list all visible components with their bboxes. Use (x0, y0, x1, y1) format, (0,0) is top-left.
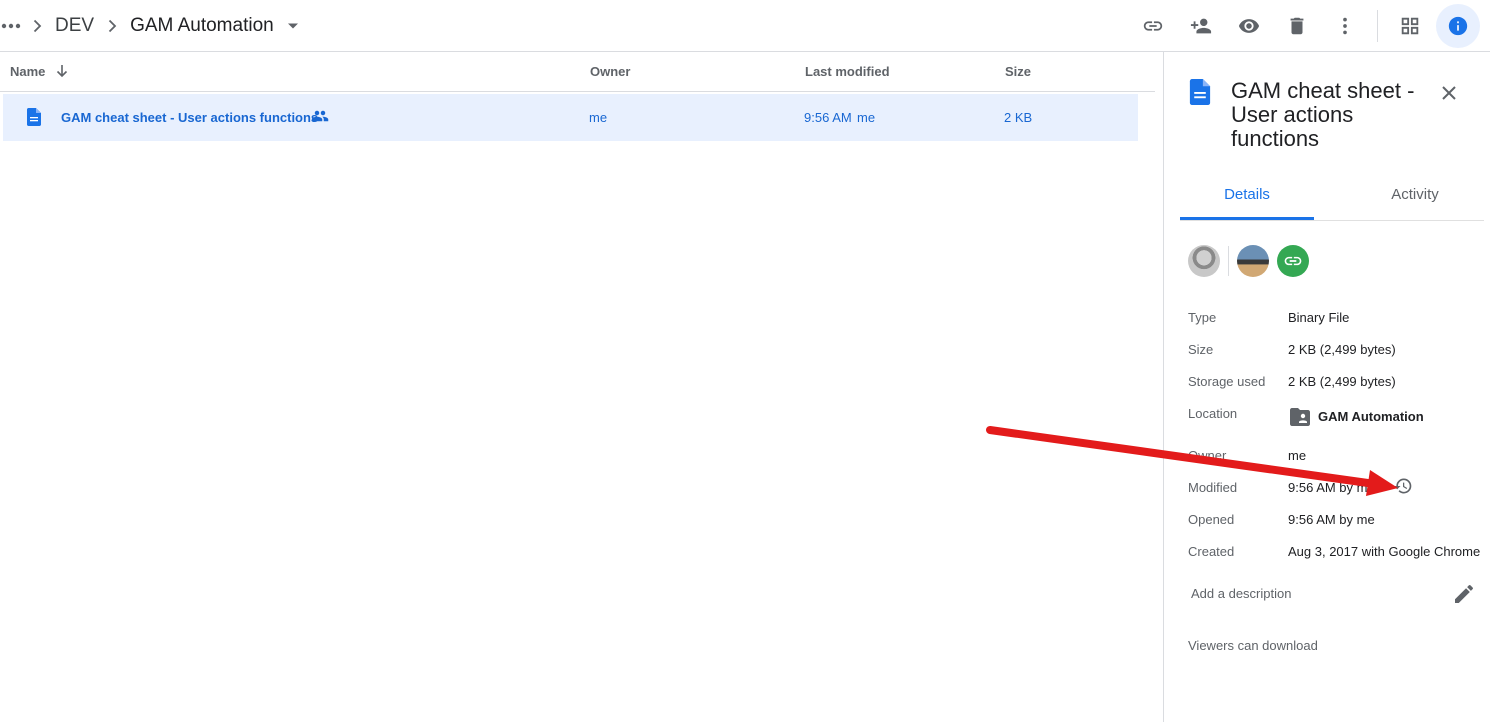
viewers-download-setting: Viewers can download (1188, 638, 1318, 653)
annotation-arrow (986, 426, 1398, 496)
top-bar: DEV GAM Automation (0, 0, 1490, 52)
tab-activity[interactable]: Activity (1350, 186, 1480, 203)
link-icon[interactable] (1131, 4, 1175, 48)
grid-view-icon[interactable] (1388, 4, 1432, 48)
toolbar-divider (1377, 10, 1378, 42)
column-header-name[interactable]: Name (10, 64, 45, 79)
access-avatars (1188, 244, 1309, 278)
prop-label-opened: Opened (1188, 512, 1235, 527)
shared-people-icon (311, 110, 329, 122)
chevron-right-icon (29, 18, 45, 34)
close-icon[interactable] (1434, 78, 1464, 108)
file-size: 2 KB (1004, 110, 1033, 125)
trash-icon[interactable] (1275, 4, 1319, 48)
prop-label-size: Size (1188, 342, 1214, 357)
add-person-icon[interactable] (1179, 4, 1223, 48)
edit-pencil-icon[interactable] (1452, 582, 1476, 606)
table-row[interactable]: GAM cheat sheet - User actions functions… (3, 94, 1138, 141)
document-icon (27, 108, 41, 126)
details-panel: GAM cheat sheet - User actions functions… (1163, 52, 1490, 722)
breadcrumb: DEV GAM Automation (0, 0, 304, 52)
file-owner: me (589, 110, 608, 125)
prop-label-storage: Storage used (1188, 374, 1266, 389)
prop-label-location: Location (1188, 406, 1238, 421)
prop-value-created: Aug 3, 2017 with Google Chrome (1288, 544, 1481, 559)
prop-value-opened: 9:56 AM by me (1288, 512, 1375, 527)
caret-down-icon[interactable] (282, 15, 304, 37)
breadcrumb-item-dev[interactable]: DEV (51, 15, 98, 37)
toolbar-actions (1127, 4, 1490, 48)
document-icon (1189, 79, 1211, 105)
more-vert-icon[interactable] (1323, 4, 1367, 48)
details-tabs: Details Activity (1180, 176, 1484, 221)
avatar[interactable] (1237, 245, 1269, 277)
prop-value-type: Binary File (1288, 310, 1350, 325)
link-sharing-icon[interactable] (1277, 245, 1309, 277)
info-icon[interactable] (1436, 4, 1480, 48)
file-modified-time: 9:56 AM (804, 110, 852, 125)
preview-icon[interactable] (1227, 4, 1271, 48)
column-header-size[interactable]: Size (1005, 64, 1031, 79)
tab-details[interactable]: Details (1180, 186, 1314, 220)
file-modified-by: me (857, 110, 876, 125)
details-title: GAM cheat sheet - User actions functions (1231, 78, 1415, 151)
file-name[interactable]: GAM cheat sheet - User actions functions (61, 110, 318, 125)
list-header: Name Owner Last modified Size (0, 52, 1155, 92)
description-field[interactable]: Add a description (1191, 586, 1291, 601)
chevron-right-icon (104, 18, 120, 34)
column-header-owner[interactable]: Owner (590, 64, 630, 79)
column-header-last-modified[interactable]: Last modified (805, 64, 890, 79)
more-horiz-icon[interactable] (1, 16, 23, 36)
arrow-down-icon[interactable] (54, 63, 70, 79)
prop-label-created: Created (1188, 544, 1235, 559)
avatar[interactable] (1188, 245, 1220, 277)
prop-value-size: 2 KB (2,499 bytes) (1288, 342, 1396, 357)
breadcrumb-item-current-folder[interactable]: GAM Automation (126, 15, 278, 37)
avatar-divider (1228, 246, 1229, 276)
prop-value-storage: 2 KB (2,499 bytes) (1288, 374, 1396, 389)
prop-label-type: Type (1188, 310, 1217, 325)
